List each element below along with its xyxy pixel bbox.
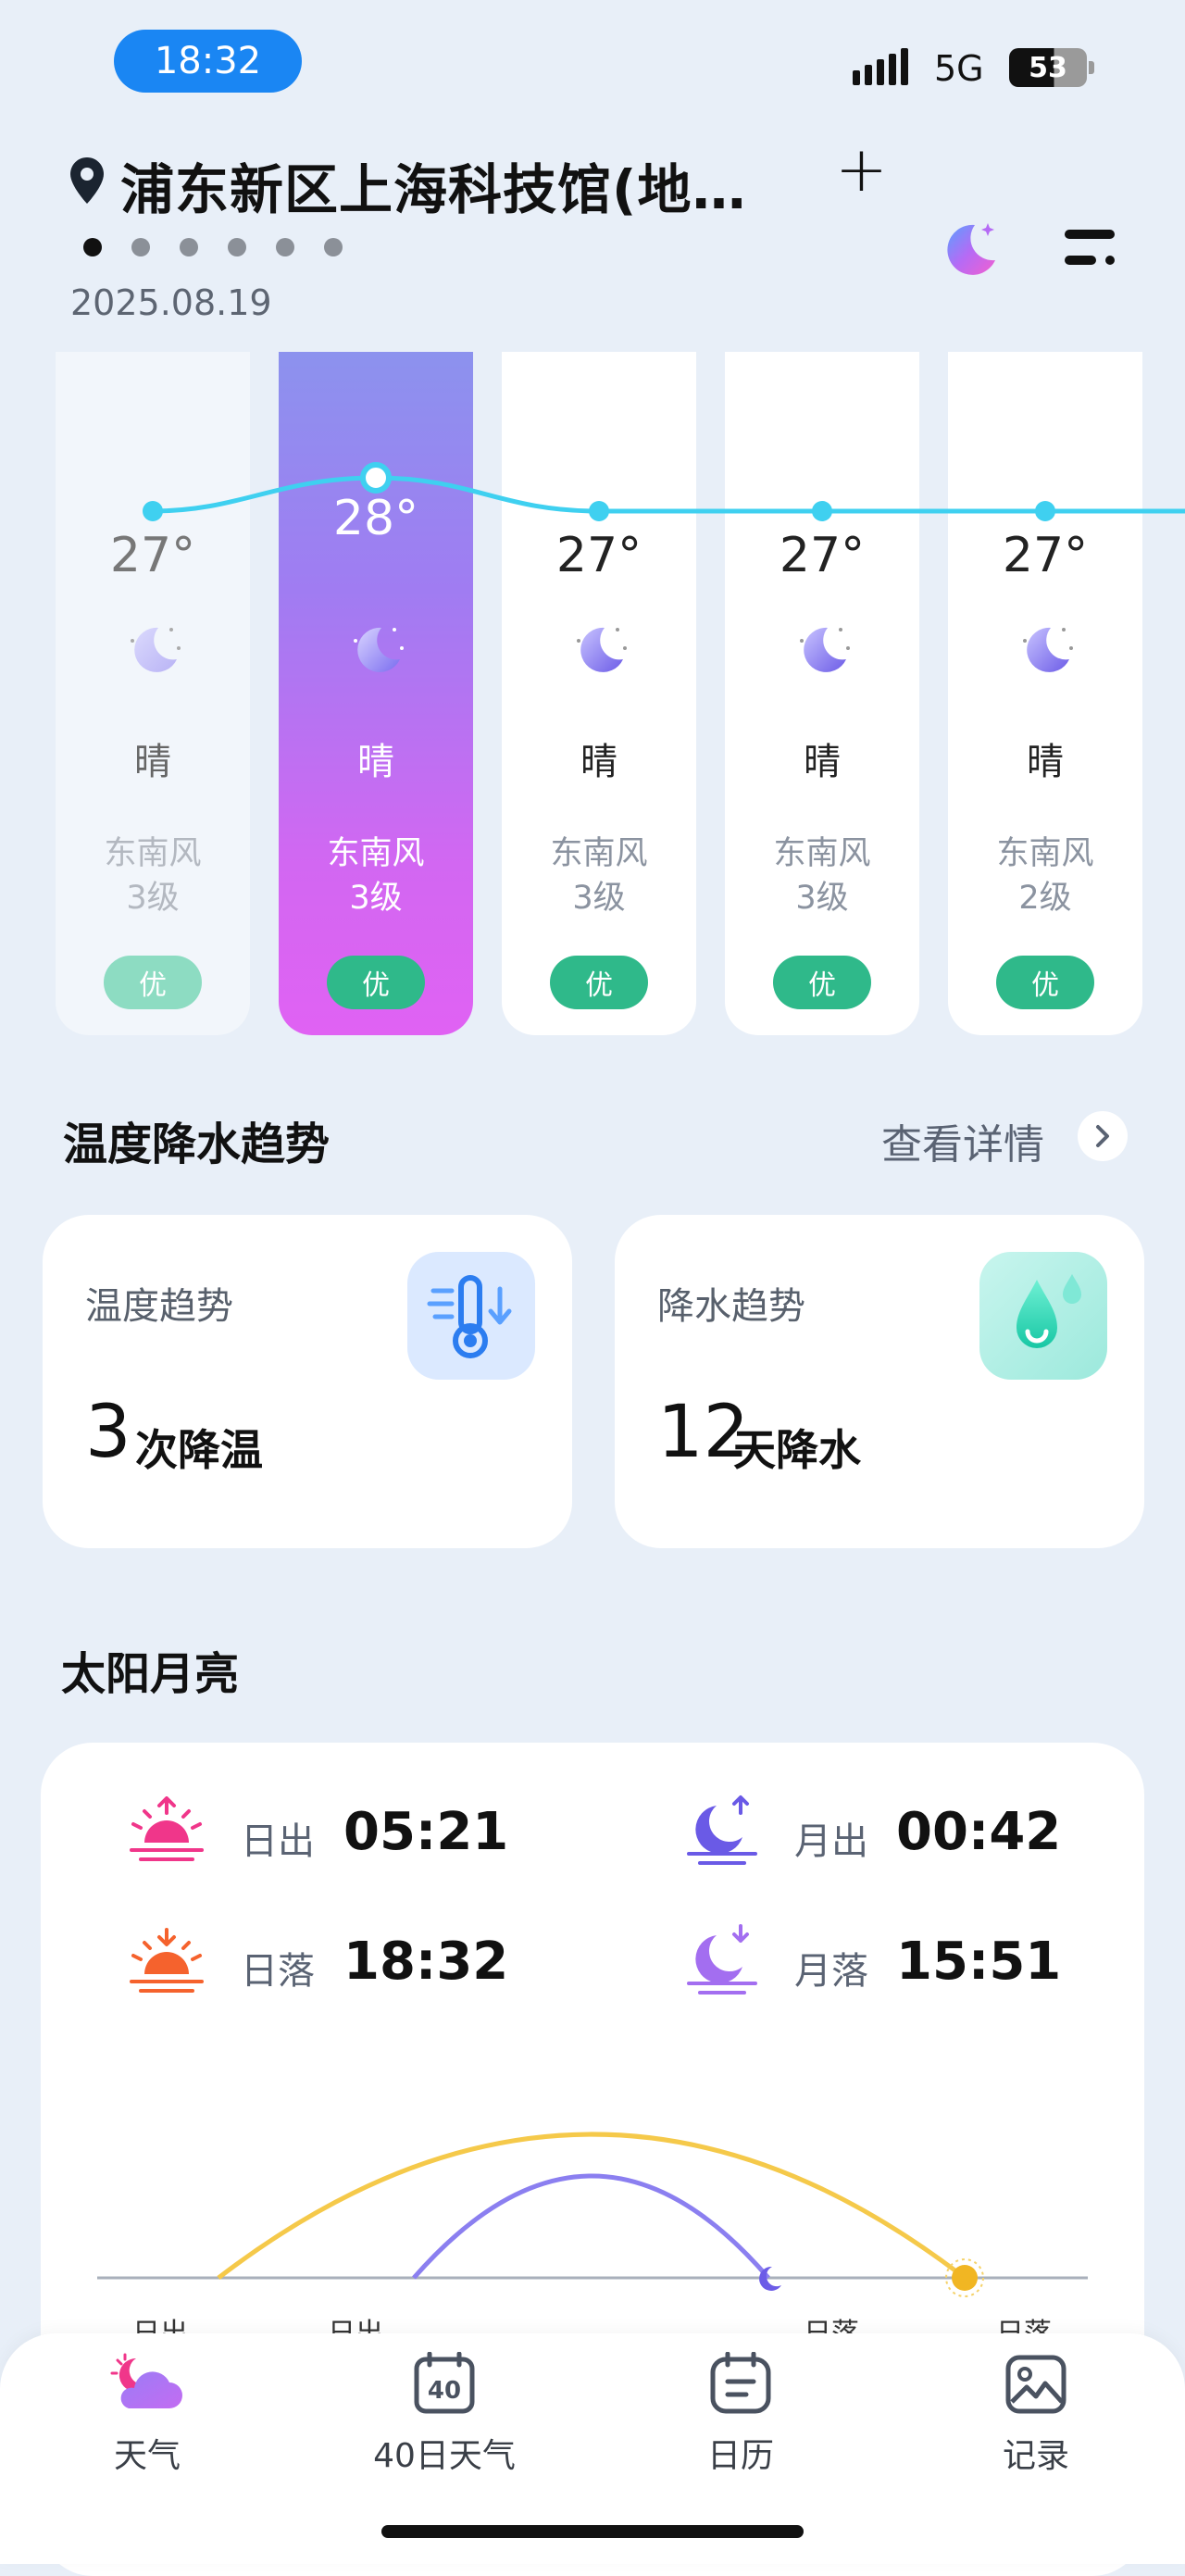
moonset-icon (683, 1922, 761, 2000)
sunset-time: 18:32 (343, 1932, 509, 1992)
sun-arc (217, 2132, 967, 2280)
temp-point (143, 501, 163, 521)
tab-records[interactable]: 记录 (929, 2347, 1142, 2477)
aqi-badge: 优 (996, 956, 1094, 1009)
home-indicator[interactable] (381, 2525, 804, 2538)
temp-point (1035, 501, 1055, 521)
tab-weather-label: 天气 (113, 2437, 181, 2475)
clear-night-moon-icon (571, 620, 630, 683)
temperature-curve (143, 462, 1185, 521)
sunrise-label: 日出 (241, 1820, 315, 1863)
hour-condition: 晴 (134, 741, 171, 783)
location-title[interactable]: 浦东新区上海科技馆(地… (120, 146, 747, 224)
gallery-icon (929, 2347, 1142, 2420)
forty-day-icon: 40 (338, 2347, 551, 2420)
temperature-trend-label: 温度趋势 (85, 1285, 233, 1328)
signal-icon (853, 48, 908, 85)
sunset-label: 日落 (241, 1950, 315, 1993)
clear-night-moon-icon (348, 620, 407, 683)
network-type: 5G (934, 48, 984, 89)
tab-calendar-label: 日历 (706, 2437, 774, 2475)
precipitation-trend-unit: 天降水 (733, 1425, 861, 1475)
page-dot (228, 238, 246, 256)
sun-position-icon (952, 2265, 978, 2291)
clear-night-moon-icon (125, 620, 184, 683)
tab-records-label: 记录 (1002, 2437, 1069, 2475)
weather-icon (41, 2347, 254, 2420)
hour-condition: 晴 (357, 741, 394, 783)
thermometer-down-icon (407, 1252, 535, 1380)
hour-condition: 晴 (580, 741, 617, 783)
hour-wind: 东南风 2级 (996, 835, 1094, 917)
battery-indicator: 53 (1009, 48, 1087, 87)
trend-section-title: 温度降水趋势 (63, 1119, 331, 1170)
hour-wind: 东南风 3级 (773, 835, 871, 917)
menu-icon[interactable] (1065, 226, 1120, 272)
sunset-icon (128, 1928, 206, 2000)
chevron-right-icon[interactable] (1078, 1111, 1128, 1161)
night-mode-moon-icon[interactable] (938, 216, 1003, 284)
hour-wind: 东南风 3级 (104, 835, 202, 917)
temp-point (589, 501, 609, 521)
hour-condition: 晴 (1027, 741, 1064, 783)
temperature-trend-unit: 次降温 (135, 1425, 263, 1475)
status-time: 18:32 (114, 30, 302, 93)
sun-moon-arc-chart (97, 2132, 1088, 2297)
sunrise-icon (128, 1796, 206, 1869)
temp-point-current (360, 462, 392, 494)
add-city-button[interactable]: + (835, 139, 888, 202)
tab-calendar[interactable]: 日历 (634, 2347, 847, 2477)
moonrise-icon (683, 1793, 761, 1870)
moonrise-time: 00:42 (896, 1802, 1062, 1862)
aqi-badge: 优 (327, 956, 425, 1009)
moonrise-label: 月出 (794, 1820, 868, 1863)
sun-moon-section-title: 太阳月亮 (61, 1648, 240, 1700)
page-dot (131, 238, 150, 256)
tab-40-day[interactable]: 40 40日天气 (338, 2347, 551, 2477)
clear-night-moon-icon (1017, 620, 1077, 683)
temp-point (812, 501, 832, 521)
calendar-icon (634, 2347, 847, 2420)
view-details-link[interactable]: 查看详情 (881, 1111, 1044, 1170)
hour-wind: 东南风 3级 (550, 835, 648, 917)
temperature-trend-count: 3 (85, 1391, 131, 1474)
calendar-number: 40 (428, 2377, 461, 2405)
location-pin-icon (69, 156, 106, 209)
page-dot (324, 238, 343, 256)
page-dot (83, 238, 102, 256)
page-dots (83, 238, 343, 256)
precipitation-trend-label: 降水趋势 (657, 1285, 805, 1328)
battery-tip (1089, 61, 1094, 74)
tab-weather[interactable]: 天气 (41, 2347, 254, 2477)
sunrise-time: 05:21 (343, 1802, 509, 1862)
aqi-badge: 优 (773, 956, 871, 1009)
aqi-badge: 优 (104, 956, 202, 1009)
date-label: 2025.08.19 (70, 282, 272, 323)
temperature-trend-card[interactable]: 温度趋势 3 次降温 (43, 1215, 572, 1548)
clear-night-moon-icon (794, 620, 854, 683)
moonset-label: 月落 (794, 1950, 868, 1993)
moonset-time: 15:51 (896, 1932, 1062, 1992)
hour-condition: 晴 (804, 741, 841, 783)
aqi-badge: 优 (550, 956, 648, 1009)
page-dot (276, 238, 294, 256)
water-drop-icon (979, 1252, 1107, 1380)
moon-arc (412, 2173, 770, 2280)
page-dot (180, 238, 198, 256)
hour-wind: 东南风 3级 (327, 835, 425, 917)
precipitation-trend-card[interactable]: 降水趋势 12 天降水 (615, 1215, 1144, 1548)
tab-40-day-label: 40日天气 (373, 2437, 516, 2475)
